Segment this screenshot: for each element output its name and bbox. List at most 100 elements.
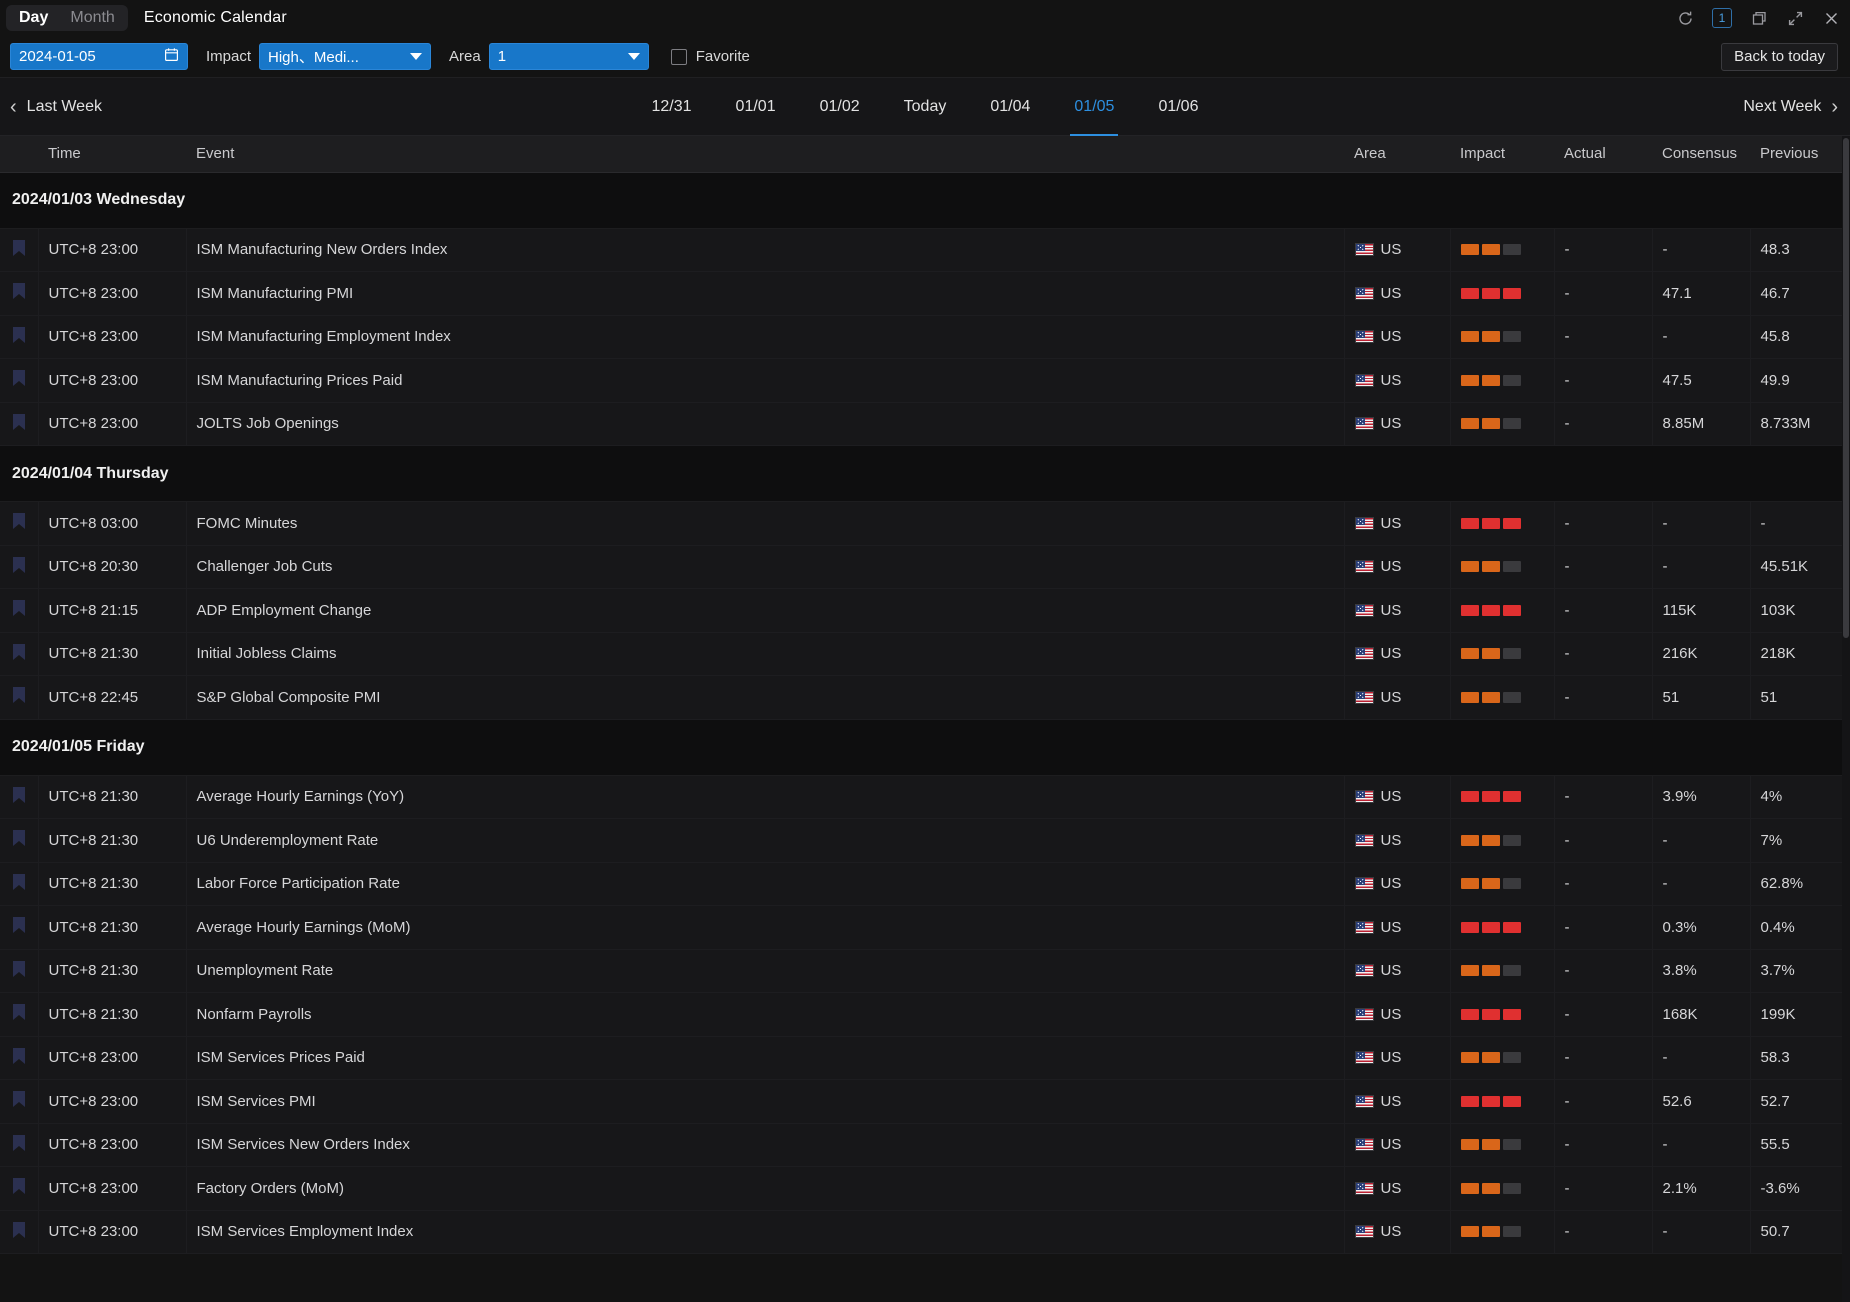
bookmark-icon[interactable] bbox=[12, 1221, 26, 1243]
table-row[interactable]: UTC+8 23:00ISM Services Employment Index… bbox=[0, 1210, 1850, 1254]
bookmark-cell[interactable] bbox=[0, 359, 38, 403]
table-row[interactable]: UTC+8 23:00JOLTS Job OpeningsUS-8.85M8.7… bbox=[0, 402, 1850, 446]
column-header-time[interactable]: Time bbox=[38, 136, 186, 172]
table-row[interactable]: UTC+8 21:30Average Hourly Earnings (YoY)… bbox=[0, 775, 1850, 819]
event-cell[interactable]: Nonfarm Payrolls bbox=[186, 993, 1344, 1037]
table-row[interactable]: UTC+8 21:15ADP Employment ChangeUS-115K1… bbox=[0, 589, 1850, 633]
table-row[interactable]: UTC+8 23:00ISM Services PMIUS-52.652.7 bbox=[0, 1080, 1850, 1124]
event-cell[interactable]: S&P Global Composite PMI bbox=[186, 676, 1344, 720]
event-cell[interactable]: Challenger Job Cuts bbox=[186, 545, 1344, 589]
tab-day[interactable]: Day bbox=[8, 5, 59, 31]
bookmark-icon[interactable] bbox=[12, 960, 26, 982]
close-icon[interactable] bbox=[1822, 9, 1840, 27]
table-row[interactable]: UTC+8 23:00Factory Orders (MoM)US-2.1%-3… bbox=[0, 1167, 1850, 1211]
bookmark-cell[interactable] bbox=[0, 819, 38, 863]
restore-window-icon[interactable] bbox=[1750, 9, 1768, 27]
date-input[interactable]: 2024-01-05 bbox=[10, 43, 188, 70]
event-cell[interactable]: ISM Manufacturing New Orders Index bbox=[186, 228, 1344, 272]
day-tab-01-05[interactable]: 01/05 bbox=[1052, 78, 1136, 136]
bookmark-icon[interactable] bbox=[12, 326, 26, 348]
next-week-button[interactable]: Next Week › bbox=[1743, 97, 1838, 117]
bookmark-icon[interactable] bbox=[12, 556, 26, 578]
table-row[interactable]: UTC+8 23:00ISM Manufacturing PMIUS-47.14… bbox=[0, 272, 1850, 316]
column-header-actual[interactable]: Actual bbox=[1554, 136, 1652, 172]
back-to-today-button[interactable]: Back to today bbox=[1721, 43, 1838, 71]
event-cell[interactable]: ISM Services Prices Paid bbox=[186, 1036, 1344, 1080]
favorite-checkbox-box[interactable] bbox=[671, 49, 687, 65]
window-count-badge[interactable]: 1 bbox=[1712, 8, 1732, 28]
bookmark-cell[interactable] bbox=[0, 775, 38, 819]
table-row[interactable]: UTC+8 22:45S&P Global Composite PMIUS-51… bbox=[0, 676, 1850, 720]
event-cell[interactable]: ADP Employment Change bbox=[186, 589, 1344, 633]
bookmark-icon[interactable] bbox=[12, 1003, 26, 1025]
bookmark-cell[interactable] bbox=[0, 906, 38, 950]
event-cell[interactable]: U6 Underemployment Rate bbox=[186, 819, 1344, 863]
table-row[interactable]: UTC+8 03:00FOMC MinutesUS--- bbox=[0, 502, 1850, 546]
column-header-impact[interactable]: Impact bbox=[1450, 136, 1554, 172]
table-row[interactable]: UTC+8 21:30Unemployment RateUS-3.8%3.7% bbox=[0, 949, 1850, 993]
event-cell[interactable]: ISM Manufacturing Prices Paid bbox=[186, 359, 1344, 403]
bookmark-cell[interactable] bbox=[0, 315, 38, 359]
bookmark-icon[interactable] bbox=[12, 282, 26, 304]
column-header-area[interactable]: Area bbox=[1344, 136, 1450, 172]
table-row[interactable]: UTC+8 23:00ISM Services New Orders Index… bbox=[0, 1123, 1850, 1167]
event-cell[interactable]: Average Hourly Earnings (MoM) bbox=[186, 906, 1344, 950]
bookmark-icon[interactable] bbox=[12, 1090, 26, 1112]
column-header-consensus[interactable]: Consensus bbox=[1652, 136, 1750, 172]
view-mode-switch[interactable]: Day Month bbox=[6, 5, 128, 31]
event-cell[interactable]: Unemployment Rate bbox=[186, 949, 1344, 993]
bookmark-icon[interactable] bbox=[12, 829, 26, 851]
bookmark-cell[interactable] bbox=[0, 1210, 38, 1254]
day-tab-01-01[interactable]: 01/01 bbox=[714, 78, 798, 136]
expand-icon[interactable] bbox=[1786, 9, 1804, 27]
bookmark-cell[interactable] bbox=[0, 1167, 38, 1211]
event-cell[interactable]: Initial Jobless Claims bbox=[186, 632, 1344, 676]
tab-month[interactable]: Month bbox=[59, 5, 125, 31]
event-cell[interactable]: JOLTS Job Openings bbox=[186, 402, 1344, 446]
table-row[interactable]: UTC+8 21:30Initial Jobless ClaimsUS-216K… bbox=[0, 632, 1850, 676]
table-row[interactable]: UTC+8 23:00ISM Manufacturing Employment … bbox=[0, 315, 1850, 359]
scrollbar-thumb[interactable] bbox=[1843, 138, 1849, 638]
day-tab-today[interactable]: Today bbox=[882, 78, 969, 136]
bookmark-icon[interactable] bbox=[12, 239, 26, 261]
column-header-flag[interactable] bbox=[0, 136, 38, 172]
table-row[interactable]: UTC+8 23:00ISM Manufacturing Prices Paid… bbox=[0, 359, 1850, 403]
bookmark-cell[interactable] bbox=[0, 1080, 38, 1124]
bookmark-cell[interactable] bbox=[0, 545, 38, 589]
event-cell[interactable]: Average Hourly Earnings (YoY) bbox=[186, 775, 1344, 819]
bookmark-icon[interactable] bbox=[12, 1177, 26, 1199]
bookmark-cell[interactable] bbox=[0, 402, 38, 446]
table-row[interactable]: UTC+8 21:30Nonfarm PayrollsUS-168K199K bbox=[0, 993, 1850, 1037]
day-tab-12-31[interactable]: 12/31 bbox=[630, 78, 714, 136]
bookmark-icon[interactable] bbox=[12, 1134, 26, 1156]
favorite-checkbox[interactable]: Favorite bbox=[671, 48, 750, 65]
table-row[interactable]: UTC+8 20:30Challenger Job CutsUS--45.51K bbox=[0, 545, 1850, 589]
bookmark-cell[interactable] bbox=[0, 589, 38, 633]
bookmark-icon[interactable] bbox=[12, 1047, 26, 1069]
day-tab-01-02[interactable]: 01/02 bbox=[798, 78, 882, 136]
table-row[interactable]: UTC+8 21:30Average Hourly Earnings (MoM)… bbox=[0, 906, 1850, 950]
table-row[interactable]: UTC+8 23:00ISM Services Prices PaidUS--5… bbox=[0, 1036, 1850, 1080]
table-row[interactable]: UTC+8 21:30U6 Underemployment RateUS--7% bbox=[0, 819, 1850, 863]
bookmark-icon[interactable] bbox=[12, 512, 26, 534]
event-cell[interactable]: ISM Services New Orders Index bbox=[186, 1123, 1344, 1167]
column-header-previous[interactable]: Previous bbox=[1750, 136, 1850, 172]
table-row[interactable]: UTC+8 21:30Labor Force Participation Rat… bbox=[0, 862, 1850, 906]
event-cell[interactable]: FOMC Minutes bbox=[186, 502, 1344, 546]
bookmark-cell[interactable] bbox=[0, 993, 38, 1037]
column-header-event[interactable]: Event bbox=[186, 136, 1344, 172]
event-cell[interactable]: ISM Services PMI bbox=[186, 1080, 1344, 1124]
day-tab-01-04[interactable]: 01/04 bbox=[968, 78, 1052, 136]
bookmark-icon[interactable] bbox=[12, 916, 26, 938]
bookmark-icon[interactable] bbox=[12, 873, 26, 895]
day-tab-01-06[interactable]: 01/06 bbox=[1136, 78, 1220, 136]
impact-select[interactable]: High、Medi... bbox=[259, 43, 431, 70]
bookmark-cell[interactable] bbox=[0, 1036, 38, 1080]
bookmark-cell[interactable] bbox=[0, 949, 38, 993]
bookmark-cell[interactable] bbox=[0, 862, 38, 906]
table-row[interactable]: UTC+8 23:00ISM Manufacturing New Orders … bbox=[0, 228, 1850, 272]
area-select[interactable]: 1 bbox=[489, 43, 649, 70]
event-cell[interactable]: Factory Orders (MoM) bbox=[186, 1167, 1344, 1211]
bookmark-cell[interactable] bbox=[0, 676, 38, 720]
bookmark-icon[interactable] bbox=[12, 686, 26, 708]
